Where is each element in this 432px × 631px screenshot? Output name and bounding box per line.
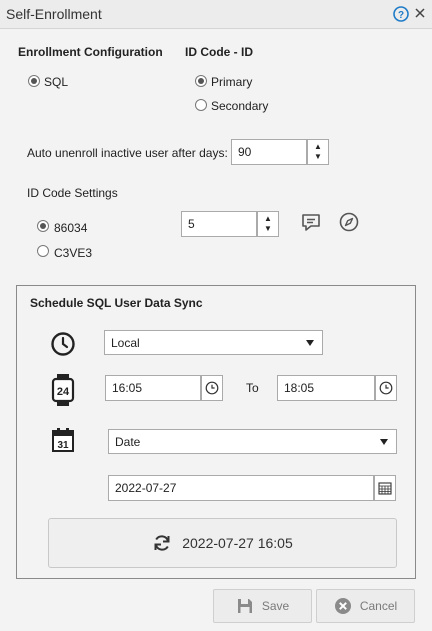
cancel-button-label: Cancel xyxy=(359,599,398,613)
radio-primary[interactable] xyxy=(195,75,207,87)
calendar-grid-icon xyxy=(378,482,392,495)
radio-secondary[interactable] xyxy=(195,99,207,111)
chevron-down-icon xyxy=(380,438,388,445)
auto-unenroll-days-input[interactable]: 90 xyxy=(231,139,307,165)
sync-timestamp: 2022-07-27 16:05 xyxy=(182,535,293,551)
schedule-heading: Schedule SQL User Data Sync xyxy=(30,296,203,310)
date-picker-button[interactable] xyxy=(374,475,396,501)
timezone-select[interactable]: Local xyxy=(104,330,323,355)
radio-sql[interactable] xyxy=(28,75,40,87)
radio-c3ve3-label: C3VE3 xyxy=(54,246,93,260)
svg-text:?: ? xyxy=(398,10,404,21)
save-button[interactable]: Save xyxy=(213,589,312,623)
help-icon[interactable]: ? xyxy=(393,6,409,22)
id-code-settings-heading: ID Code Settings xyxy=(27,186,118,200)
compass-icon[interactable] xyxy=(338,211,360,233)
to-label: To xyxy=(246,381,259,395)
close-icon[interactable] xyxy=(413,6,427,20)
stepper-up-icon[interactable]: ▲ xyxy=(264,214,272,224)
id-code-count-stepper[interactable]: ▲ ▼ xyxy=(257,211,279,237)
radio-86034[interactable] xyxy=(37,220,49,232)
stepper-down-icon[interactable]: ▼ xyxy=(314,152,322,162)
clock-icon xyxy=(379,381,393,395)
stepper-down-icon[interactable]: ▼ xyxy=(264,224,272,234)
id-code-count-input[interactable]: 5 xyxy=(181,211,257,237)
radio-sql-label: SQL xyxy=(44,75,69,89)
comment-icon[interactable] xyxy=(300,211,322,233)
date-mode-select[interactable]: Date xyxy=(108,429,397,454)
radio-86034-label: 86034 xyxy=(54,221,88,235)
svg-text:31: 31 xyxy=(57,440,69,451)
title-bar: Self-Enrollment ? xyxy=(0,0,432,29)
chevron-down-icon xyxy=(306,339,314,346)
cancel-circle-icon xyxy=(334,598,351,614)
timezone-select-value: Local xyxy=(111,335,140,350)
calendar-icon: 31 xyxy=(52,428,74,452)
clock-icon xyxy=(205,381,219,395)
radio-c3ve3[interactable] xyxy=(37,245,49,257)
enrollment-config-heading: Enrollment Configuration xyxy=(18,45,163,59)
radio-primary-label: Primary xyxy=(211,75,253,89)
refresh-icon xyxy=(154,535,170,551)
time-to-clock-button[interactable] xyxy=(375,375,397,401)
stepper-up-icon[interactable]: ▲ xyxy=(314,142,322,152)
radio-secondary-label: Secondary xyxy=(211,99,269,113)
time-to-input[interactable]: 18:05 xyxy=(277,375,375,401)
auto-unenroll-stepper[interactable]: ▲ ▼ xyxy=(307,139,329,165)
time-from-clock-button[interactable] xyxy=(201,375,223,401)
sync-now-button[interactable]: 2022-07-27 16:05 xyxy=(48,518,397,568)
cancel-button[interactable]: Cancel xyxy=(316,589,415,623)
floppy-disk-icon xyxy=(237,599,252,613)
id-code-heading: ID Code - ID xyxy=(185,45,253,59)
dialog-title: Self-Enrollment xyxy=(6,6,102,22)
auto-unenroll-label: Auto unenroll inactive user after days: xyxy=(27,146,228,160)
time-from-input[interactable]: 16:05 xyxy=(105,375,201,401)
date-input[interactable]: 2022-07-27 xyxy=(108,475,374,501)
clock-icon xyxy=(51,332,75,356)
24-hour-watch-icon: 24 xyxy=(51,374,75,406)
save-button-label: Save xyxy=(261,599,290,613)
date-mode-select-value: Date xyxy=(115,434,141,449)
svg-text:24: 24 xyxy=(57,386,70,398)
